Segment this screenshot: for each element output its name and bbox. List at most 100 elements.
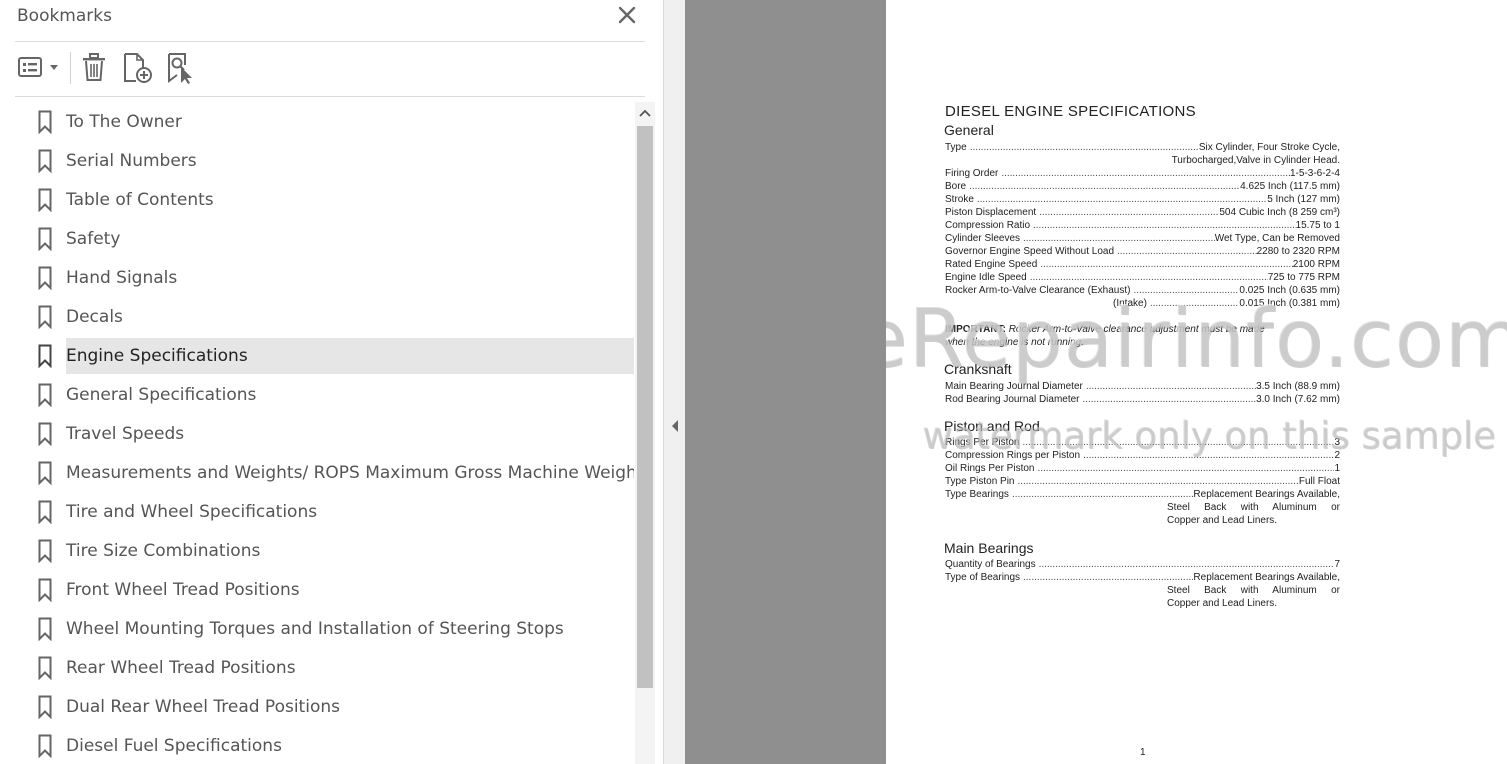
bookmark-icon [38, 656, 52, 680]
bookmark-icon [38, 188, 52, 212]
bookmark-item-selected[interactable]: Engine Specifications [15, 338, 634, 374]
bookmark-icon [38, 266, 52, 290]
bookmark-label: Tire and Wheel Specifications [66, 502, 318, 522]
bookmark-item[interactable]: Front Wheel Tread Positions [15, 572, 634, 608]
spec-key: Compression Ratio [945, 220, 1031, 231]
spec-value: Wet Type, Can be Removed [1214, 233, 1340, 244]
bookmarks-panel: Bookmarks To The Owner Serial Numbers Ta… [0, 0, 663, 764]
bookmark-scrollbar[interactable] [635, 102, 655, 764]
list-options-icon [18, 57, 58, 77]
spec-key: Quantity of Bearings [945, 559, 1036, 570]
bookmark-icon [38, 422, 52, 446]
spec-row: Type Six Cylinder, Four Stroke Cycle, [945, 141, 1340, 154]
spec-row: Type of Bearings Replacement Bearings Ava… [945, 571, 1340, 584]
spec-continuation: Copper and Lead Liners. [1167, 598, 1278, 609]
bookmark-label: Measurements and Weights/ ROPS Maximum G… [66, 463, 634, 483]
bookmark-item[interactable]: Serial Numbers [15, 143, 634, 179]
spec-key: Rod Bearing Journal Diameter [945, 394, 1080, 405]
collapse-panel-icon[interactable] [670, 419, 680, 433]
bookmark-label: Rear Wheel Tread Positions [66, 658, 296, 678]
scrollbar-thumb[interactable] [637, 126, 653, 688]
bookmark-item[interactable]: Wheel Mounting Torques and Installation … [15, 611, 634, 647]
bookmark-icon [38, 500, 52, 524]
panel-splitter[interactable] [663, 0, 685, 764]
bookmark-item[interactable]: Decals [15, 299, 634, 335]
toolbar-divider [15, 96, 645, 97]
bookmark-item[interactable]: Dual Rear Wheel Tread Positions [15, 689, 634, 725]
toolbar-separator [70, 52, 71, 84]
bookmark-item[interactable]: Diesel Fuel Specifications [15, 728, 634, 764]
spec-key: Type of Bearings [945, 572, 1021, 583]
spec-row: Piston Displacement 504 Cubic Inch (8 259… [945, 206, 1340, 219]
spec-key: Bore [945, 181, 967, 192]
spec-row: Governor Engine Speed Without Load 2280 t… [945, 245, 1340, 258]
spec-continuation: Steel Back with Aluminum or [1167, 585, 1340, 596]
spec-key: Type Bearings [945, 489, 1009, 500]
bookmark-label: General Specifications [66, 385, 257, 405]
bookmark-item[interactable]: Hand Signals [15, 260, 634, 296]
close-icon [618, 6, 636, 24]
bookmark-label: Decals [66, 307, 123, 327]
spec-value: 5 Inch (127 mm) [1267, 194, 1340, 205]
spec-continuation: Copper and Lead Liners. [1167, 515, 1278, 526]
spec-continuation: Turbocharged,Valve in Cylinder Head. [1171, 155, 1340, 166]
watermark-brand: eRepairinfo.com [886, 292, 1507, 385]
spec-row: Compression Ratio 15.75 to 1 [945, 219, 1340, 232]
bookmark-label: Dual Rear Wheel Tread Positions [66, 697, 340, 717]
spec-key: Type Piston Pin [945, 476, 1015, 487]
spec-value: Replacement Bearings Available, [1193, 572, 1340, 583]
spec-value: 725 to 775 RPM [1267, 272, 1340, 283]
spec-value: 3.0 Inch (7.62 mm) [1256, 394, 1340, 405]
scroll-up-button[interactable] [635, 104, 655, 122]
chevron-up-icon [639, 109, 651, 117]
spec-value: 504 Cubic Inch (8 259 cm³) [1219, 207, 1340, 218]
bookmark-label: Travel Speeds [66, 424, 185, 444]
bookmark-icon [38, 149, 52, 173]
bookmark-label: Engine Specifications [66, 338, 634, 374]
bookmark-item[interactable]: Safety [15, 221, 634, 257]
bookmark-item[interactable]: To The Owner [15, 104, 634, 140]
bookmark-icon [38, 539, 52, 563]
close-panel-button[interactable] [616, 4, 638, 26]
spec-key: Governor Engine Speed Without Load [945, 246, 1114, 257]
bookmark-label: Table of Contents [66, 190, 214, 210]
delete-bookmark-button[interactable] [80, 52, 108, 84]
spec-key: Stroke [945, 194, 974, 205]
spec-continuation: Steel Back with Aluminum or [1167, 502, 1340, 513]
bookmark-icon [38, 344, 52, 368]
bookmark-list: To The Owner Serial Numbers Table of Con… [15, 102, 634, 764]
spec-value: 1 [1334, 463, 1340, 474]
bookmark-item[interactable]: General Specifications [15, 377, 634, 413]
bookmark-label: To The Owner [66, 112, 182, 132]
bookmark-label: Tire Size Combinations [66, 541, 261, 561]
bookmark-item[interactable]: Tire Size Combinations [15, 533, 634, 569]
spec-row: Type Piston Pin Full Float [945, 475, 1340, 488]
bookmark-icon [38, 227, 52, 251]
trash-icon [83, 53, 105, 81]
bookmark-icon [38, 734, 52, 758]
bookmark-icon [38, 695, 52, 719]
spec-value: Full Float [1298, 476, 1340, 487]
find-bookmark-button[interactable] [166, 52, 198, 84]
bookmark-item[interactable]: Rear Wheel Tread Positions [15, 650, 634, 686]
options-menu-button[interactable] [17, 52, 61, 84]
bookmark-label: Diesel Fuel Specifications [66, 736, 282, 756]
spec-row: Type Bearings Replacement Bearings Availa… [945, 488, 1340, 501]
find-bookmark-icon [168, 53, 192, 84]
spec-key: Engine Idle Speed [945, 272, 1027, 283]
bookmark-label: Wheel Mounting Torques and Installation … [66, 619, 564, 639]
bookmark-item[interactable]: Travel Speeds [15, 416, 634, 452]
spec-value: Six Cylinder, Four Stroke Cycle, [1198, 142, 1340, 153]
spec-row: Engine Idle Speed 725 to 775 RPM [945, 271, 1340, 284]
bookmark-item[interactable]: Measurements and Weights/ ROPS Maximum G… [15, 455, 634, 491]
spec-key: Firing Order [945, 168, 999, 179]
viewer-background [685, 0, 886, 764]
spec-key: Cylinder Sleeves [945, 233, 1021, 244]
new-bookmark-button[interactable] [122, 52, 154, 84]
panel-title: Bookmarks [17, 6, 112, 26]
spec-row: Cylinder Sleeves Wet Type, Can be Removed [945, 232, 1340, 245]
bookmark-item[interactable]: Tire and Wheel Specifications [15, 494, 634, 530]
spec-value: 2100 RPM [1292, 259, 1340, 270]
bookmark-item[interactable]: Table of Contents [15, 182, 634, 218]
spec-row: Bore 4.625 Inch (117.5 mm) [945, 180, 1340, 193]
